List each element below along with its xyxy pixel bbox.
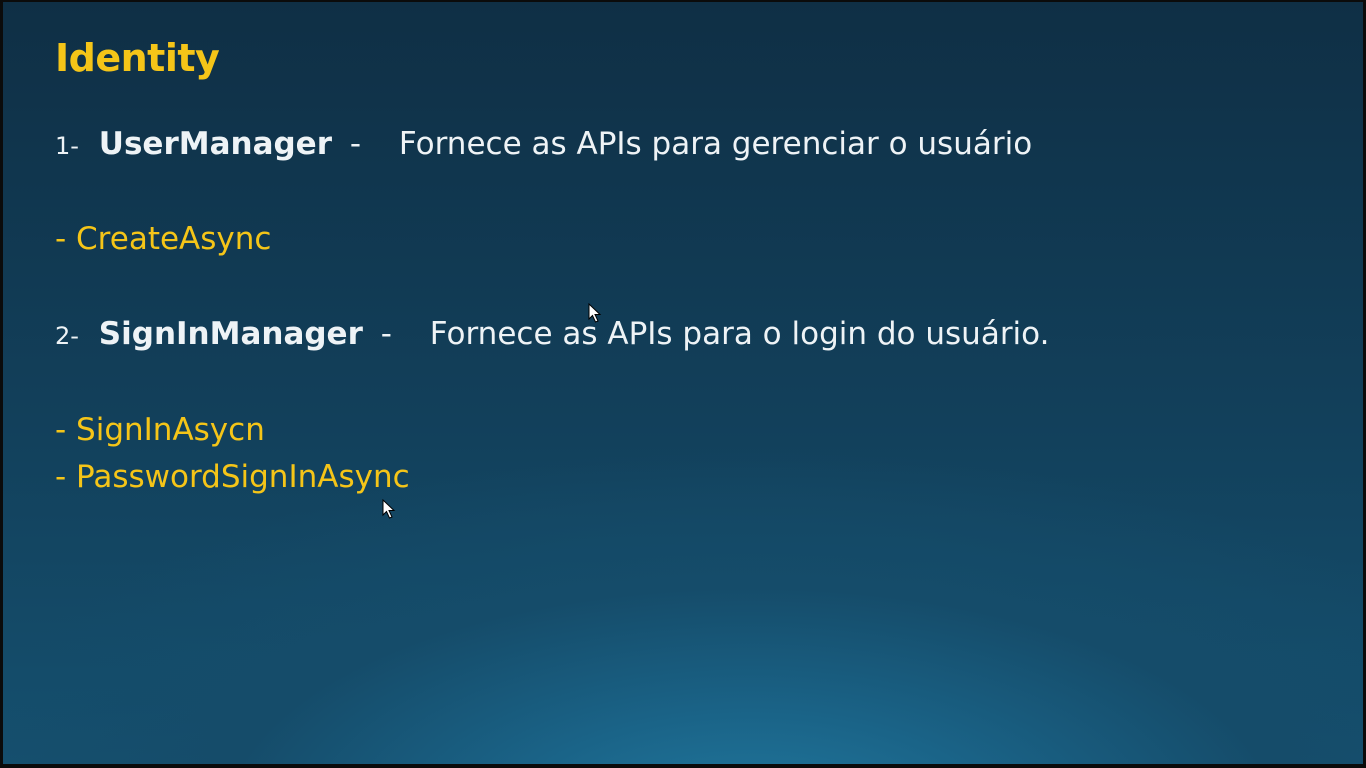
method-signin-async: - SignInAsycn [55, 412, 265, 448]
item-separator: - [380, 316, 392, 352]
method-password-signin-async: - PasswordSignInAsync [55, 459, 410, 495]
item-signin-manager: 2- SignInManager - Fornece as APIs para … [55, 314, 1049, 356]
mouse-pointer-icon [588, 303, 602, 323]
item-name: UserManager [98, 126, 332, 162]
item-separator: - [349, 126, 362, 162]
item-description: Fornece as APIs para o login do usuário. [429, 316, 1050, 352]
item-name: SignInManager [98, 316, 363, 352]
item-user-manager: 1- UserManager - Fornece as APIs para ge… [55, 124, 1032, 166]
method-create-async: - CreateAsync [55, 221, 272, 257]
item-description: Fornece as APIs para gerenciar o usuário [398, 126, 1033, 162]
item-number: 1- [55, 132, 79, 160]
slide-title: Identity [55, 36, 220, 80]
presentation-slide: Identity 1- UserManager - Fornece as API… [3, 2, 1363, 764]
mouse-pointer-icon [382, 499, 396, 519]
item-number: 2- [55, 322, 79, 350]
